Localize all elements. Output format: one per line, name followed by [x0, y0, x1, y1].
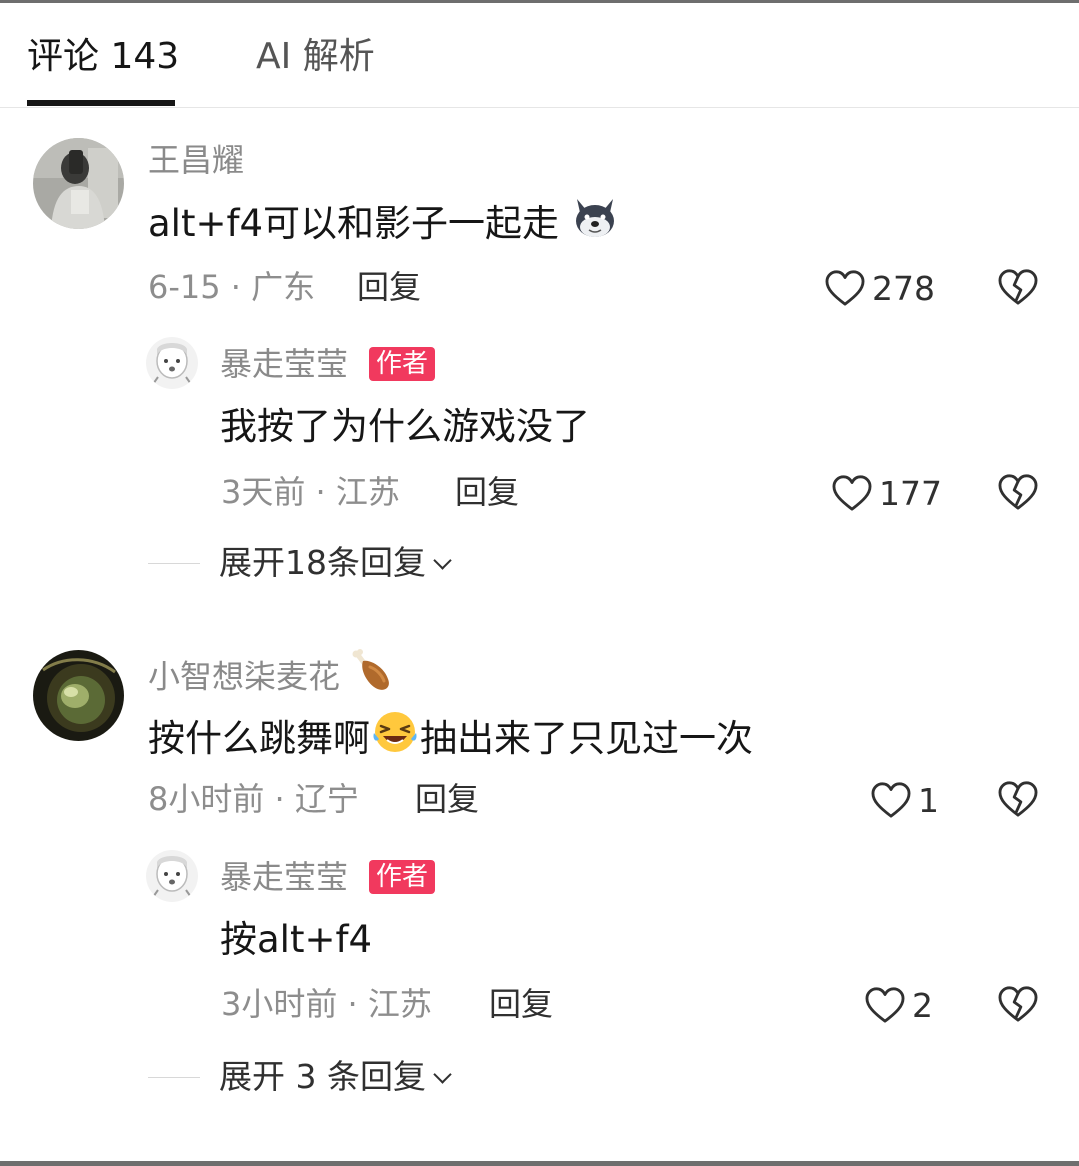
comment-text-after: 抽出来了只见过一次 [420, 717, 753, 760]
reply-username[interactable]: 暴走莹莹 [220, 857, 348, 897]
reply-button[interactable]: 回复 [455, 472, 519, 512]
like-button[interactable]: 278 [824, 266, 935, 310]
heart-icon [864, 986, 906, 1024]
avatar[interactable] [146, 337, 198, 389]
author-badge: 作者 [369, 347, 436, 381]
dislike-button[interactable] [997, 268, 1039, 306]
comment-username-text: 小智想柒麦花 [148, 657, 341, 696]
active-tab-indicator [27, 100, 175, 106]
like-button[interactable]: 2 [864, 983, 933, 1027]
reply-button[interactable]: 回复 [357, 267, 421, 307]
bottom-border [0, 1161, 1079, 1166]
expand-replies-button[interactable]: 展开 3 条回复 [219, 1056, 452, 1098]
reply-meta: 3小时前 · 江苏 [221, 985, 432, 1023]
like-count: 278 [872, 268, 935, 308]
avatar[interactable] [33, 138, 124, 229]
reply-text: 我按了为什么游戏没了 [220, 405, 590, 448]
comment-text: 按什么跳舞啊 抽出来了只见过一次 [148, 712, 753, 769]
reply-button[interactable]: 回复 [415, 779, 479, 819]
comment-username[interactable]: 王昌耀 [148, 140, 244, 180]
expand-divider [148, 563, 200, 564]
heart-icon [870, 781, 912, 819]
broken-heart-icon [997, 985, 1039, 1023]
like-button[interactable]: 177 [831, 471, 942, 515]
broken-heart-icon [997, 473, 1039, 511]
expand-replies-label: 展开18条回复 [219, 543, 426, 582]
expand-divider [148, 1077, 200, 1078]
drumstick-emoji [350, 649, 394, 702]
like-button[interactable]: 1 [870, 778, 939, 822]
like-count: 1 [918, 780, 939, 820]
broken-heart-icon [997, 780, 1039, 818]
reply-text: 按alt+f4 [220, 918, 373, 961]
chevron-down-icon [433, 1065, 452, 1084]
reply-button[interactable]: 回复 [489, 984, 553, 1024]
reply-meta: 3天前 · 江苏 [221, 473, 400, 511]
dog-face-emoji [571, 195, 619, 250]
heart-icon [824, 269, 866, 307]
comment-meta: 8小时前 · 辽宁 [148, 780, 359, 818]
avatar[interactable] [146, 850, 198, 902]
comment-meta: 6-15 · 广东 [148, 268, 316, 306]
dislike-button[interactable] [997, 985, 1039, 1023]
author-badge: 作者 [369, 860, 436, 894]
avatar[interactable] [33, 650, 124, 741]
like-count: 177 [879, 473, 942, 513]
rolling-laughing-emoji [370, 709, 420, 766]
dislike-button[interactable] [997, 780, 1039, 818]
expand-replies-button[interactable]: 展开18条回复 [219, 542, 452, 584]
reply-username[interactable]: 暴走莹莹 [220, 344, 348, 384]
comment-text-before: 按什么跳舞啊 [148, 717, 370, 760]
chevron-down-icon [433, 551, 452, 570]
like-count: 2 [912, 985, 933, 1025]
heart-icon [831, 474, 873, 512]
dislike-button[interactable] [997, 473, 1039, 511]
comment-text-body: alt+f4可以和影子一起走 [148, 202, 560, 245]
expand-replies-label: 展开 3 条回复 [219, 1057, 426, 1096]
comment-username[interactable]: 小智想柒麦花 [148, 649, 394, 705]
tab-bar: 评论 143 AI 解析 [0, 3, 1079, 108]
tab-comments[interactable]: 评论 143 [27, 35, 179, 79]
comment-text: alt+f4可以和影子一起走 [148, 198, 619, 253]
tab-ai-analysis[interactable]: AI 解析 [256, 35, 375, 79]
broken-heart-icon [997, 268, 1039, 306]
